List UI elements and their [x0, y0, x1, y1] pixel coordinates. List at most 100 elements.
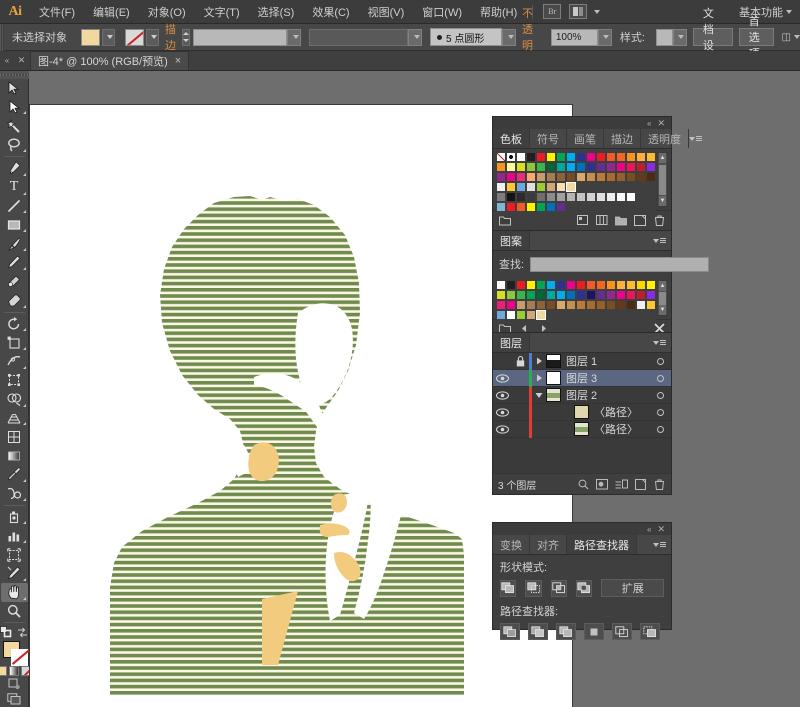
- swatch-cell[interactable]: [526, 182, 536, 192]
- swatch-cell[interactable]: [636, 152, 646, 162]
- swatch-cell[interactable]: [506, 162, 516, 172]
- collapse-panel-icon[interactable]: «: [647, 525, 652, 534]
- swatch-cell[interactable]: [636, 172, 646, 182]
- swatch-cell[interactable]: [526, 202, 536, 212]
- swatch-cell[interactable]: [626, 192, 636, 202]
- swatch-cell[interactable]: [586, 280, 596, 290]
- swatch-cell[interactable]: [526, 290, 536, 300]
- minus-front-icon[interactable]: [525, 579, 542, 597]
- collapse-panel-icon[interactable]: «: [5, 56, 10, 65]
- swatch-cell[interactable]: [646, 172, 656, 182]
- menu-file[interactable]: 文件(F): [30, 0, 84, 24]
- layer-row[interactable]: 图层 2: [493, 386, 671, 404]
- shape-builder-tool[interactable]: [1, 390, 28, 409]
- locate-object-icon[interactable]: [576, 478, 590, 491]
- rectangle-tool[interactable]: [1, 215, 28, 234]
- eye-icon[interactable]: [493, 404, 512, 421]
- layer-name[interactable]: 图层 3: [566, 370, 649, 386]
- graphic-style-combo[interactable]: [655, 28, 687, 46]
- swatch-cell[interactable]: [516, 192, 526, 202]
- layers-empty-area[interactable]: [493, 438, 671, 473]
- swatch-cell[interactable]: [626, 182, 636, 192]
- fill-color-swatch[interactable]: [81, 28, 101, 46]
- create-new-sublayer-icon[interactable]: [614, 478, 628, 491]
- expand-button[interactable]: 扩展: [601, 579, 664, 597]
- swatch-cell[interactable]: [516, 290, 526, 300]
- chevron-down-icon[interactable]: [408, 28, 423, 46]
- gradient-mode-button[interactable]: [9, 666, 19, 677]
- swatch-cell[interactable]: [546, 310, 556, 320]
- swatch-cell[interactable]: [606, 290, 616, 300]
- swatch-cell[interactable]: [606, 152, 616, 162]
- swatches-panel-title-bar[interactable]: « ✕: [493, 117, 671, 129]
- mesh-tool[interactable]: [1, 427, 28, 446]
- swatch-cell[interactable]: [626, 310, 636, 320]
- drawing-mode-button[interactable]: [1, 676, 28, 691]
- swatch-cell[interactable]: [496, 172, 506, 182]
- tab-symbols[interactable]: 符号: [530, 129, 567, 148]
- swatch-cell[interactable]: [636, 310, 646, 320]
- swatch-cell[interactable]: [646, 162, 656, 172]
- target-indicator[interactable]: [649, 387, 671, 404]
- chevron-right-icon[interactable]: [532, 421, 546, 438]
- swatch-cell[interactable]: [626, 300, 636, 310]
- merge-icon[interactable]: [556, 623, 576, 640]
- swatch-cell[interactable]: [576, 280, 586, 290]
- lock-icon[interactable]: [512, 353, 529, 370]
- swatch-cell[interactable]: [546, 300, 556, 310]
- stroke-swatch-none[interactable]: [10, 649, 28, 667]
- eraser-tool[interactable]: [1, 291, 28, 310]
- lock-icon[interactable]: [512, 404, 529, 421]
- swatch-cell[interactable]: [556, 152, 566, 162]
- swatch-cell[interactable]: [616, 172, 626, 182]
- swatch-cell[interactable]: [576, 182, 586, 192]
- intersect-icon[interactable]: [550, 579, 568, 597]
- swatch-cell[interactable]: [536, 300, 546, 310]
- swatch-cell[interactable]: [506, 280, 516, 290]
- pathfinder-panel-title-bar[interactable]: « ✕: [493, 523, 671, 535]
- perspective-grid-tool[interactable]: [1, 409, 28, 428]
- line-segment-tool[interactable]: [1, 197, 28, 216]
- swatch-cell[interactable]: [556, 182, 566, 192]
- free-transform-tool[interactable]: [1, 371, 28, 390]
- swatch-cell[interactable]: [526, 280, 536, 290]
- swatch-libraries-icon[interactable]: [498, 214, 512, 227]
- close-icon[interactable]: ×: [175, 55, 181, 67]
- stroke-color-swatch[interactable]: [125, 28, 145, 46]
- swatch-cell[interactable]: [536, 162, 546, 172]
- close-icon[interactable]: ✕: [657, 118, 665, 129]
- stroke-dropdown-button[interactable]: [146, 28, 160, 46]
- stroke-weight-stepper[interactable]: [182, 28, 191, 46]
- chevron-down-icon[interactable]: [794, 35, 800, 39]
- selection-tool[interactable]: [1, 79, 28, 98]
- swatch-cell[interactable]: [576, 192, 586, 202]
- swatch-cell[interactable]: [496, 290, 506, 300]
- pencil-tool[interactable]: [1, 253, 28, 272]
- new-color-group-icon[interactable]: [614, 214, 628, 227]
- tab-transform[interactable]: 变换: [493, 535, 530, 554]
- find-input[interactable]: [530, 256, 710, 272]
- swatch-cell[interactable]: [516, 310, 526, 320]
- swatch-cell[interactable]: [616, 310, 626, 320]
- swatch-cell[interactable]: [606, 192, 616, 202]
- stroke-label[interactable]: 描边: [159, 21, 182, 53]
- tab-swatches[interactable]: 色板: [493, 129, 530, 148]
- chevron-down-icon[interactable]: [287, 28, 302, 46]
- swatch-cell[interactable]: [516, 280, 526, 290]
- swatch-cell[interactable]: [566, 300, 576, 310]
- swatch-cell[interactable]: [576, 290, 586, 300]
- swatch-cell[interactable]: [506, 310, 516, 320]
- menu-view[interactable]: 视图(V): [359, 0, 414, 24]
- swatch-cell[interactable]: [596, 172, 606, 182]
- width-tool[interactable]: [1, 352, 28, 371]
- gradient-tool[interactable]: [1, 446, 28, 465]
- tab-brushes[interactable]: 画笔: [567, 129, 604, 148]
- swatch-cell[interactable]: [566, 152, 576, 162]
- swatch-cell[interactable]: [496, 202, 506, 212]
- swatch-cell[interactable]: [516, 182, 526, 192]
- tab-layers[interactable]: 图层: [493, 333, 530, 352]
- chevron-down-icon[interactable]: [672, 28, 687, 46]
- swatch-cell[interactable]: [586, 290, 596, 300]
- swatch-cell[interactable]: [526, 172, 536, 182]
- pattern-grid-container[interactable]: ▲ ▼: [493, 277, 671, 320]
